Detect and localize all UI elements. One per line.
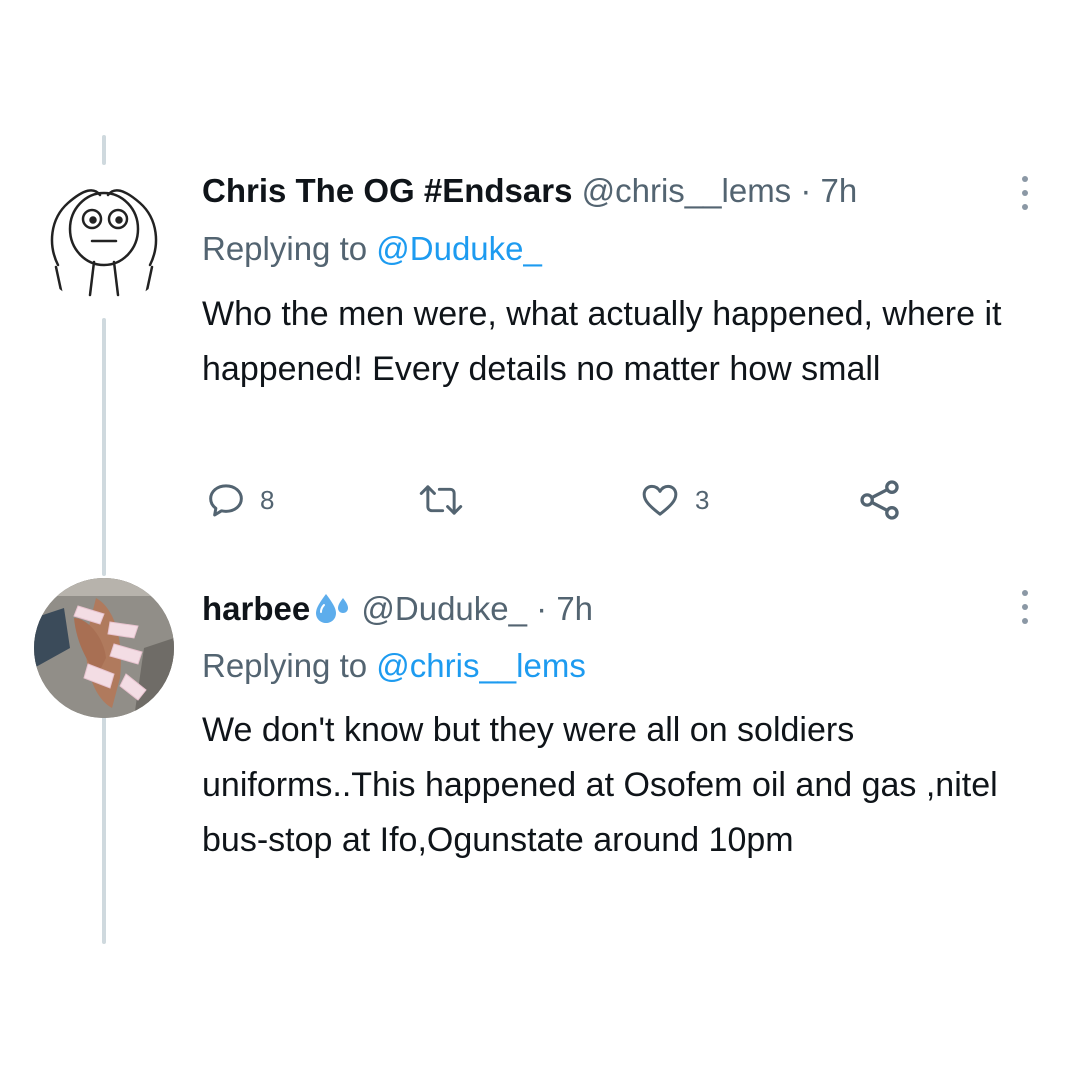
tweet-header: Chris The OG #Endsars @chris__lems · 7h bbox=[202, 172, 857, 210]
share-button[interactable] bbox=[858, 478, 902, 522]
reply-icon bbox=[209, 484, 243, 517]
display-name[interactable]: Chris The OG #Endsars bbox=[202, 172, 572, 209]
separator: · bbox=[791, 172, 821, 209]
heart-icon bbox=[642, 484, 678, 516]
replying-to-label: Replying to bbox=[202, 230, 377, 267]
replying-to: Replying to @Duduke_ bbox=[202, 230, 542, 268]
cartoon-face-avatar-icon bbox=[50, 189, 158, 297]
timestamp[interactable]: 7h bbox=[556, 590, 593, 627]
retweet-icon bbox=[419, 485, 463, 515]
replying-to-label: Replying to bbox=[202, 647, 377, 684]
mention-link[interactable]: @Duduke_ bbox=[376, 230, 542, 267]
display-name[interactable]: harbee bbox=[202, 590, 310, 627]
tweet-text: We don't know but they were all on soldi… bbox=[202, 711, 998, 859]
share-icon bbox=[860, 480, 899, 520]
user-handle[interactable]: @Duduke_ bbox=[361, 590, 527, 627]
more-options-icon[interactable] bbox=[1021, 590, 1029, 624]
avatar[interactable] bbox=[34, 165, 174, 305]
avatar[interactable] bbox=[34, 578, 174, 718]
tweet-header: harbee @Duduke_ · 7h bbox=[202, 590, 593, 628]
thread-line bbox=[102, 318, 106, 576]
nails-photo-avatar-icon bbox=[34, 578, 174, 718]
thread-line bbox=[102, 135, 106, 165]
reply-button[interactable]: 8 bbox=[206, 480, 274, 520]
separator: · bbox=[527, 590, 557, 627]
user-handle[interactable]: @chris__lems bbox=[582, 172, 792, 209]
tweet-text: Who the men were, what actually happened… bbox=[202, 295, 1002, 388]
thread-line bbox=[102, 716, 106, 944]
sweat-droplets-icon bbox=[316, 594, 349, 623]
more-options-icon[interactable] bbox=[1021, 176, 1029, 210]
like-button[interactable]: 3 bbox=[639, 480, 709, 520]
replying-to: Replying to @chris__lems bbox=[202, 647, 586, 685]
like-count: 3 bbox=[695, 484, 710, 515]
timestamp[interactable]: 7h bbox=[821, 172, 858, 209]
reply-count: 8 bbox=[260, 484, 275, 515]
mention-link[interactable]: @chris__lems bbox=[376, 647, 586, 684]
retweet-button[interactable] bbox=[418, 480, 478, 520]
